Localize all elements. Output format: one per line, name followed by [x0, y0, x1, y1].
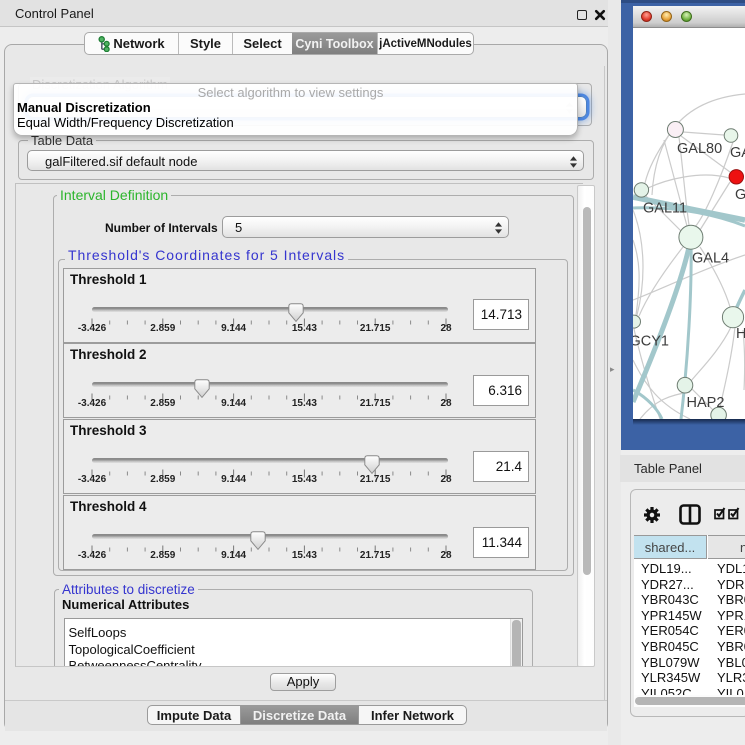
- svg-text:GCY1: GCY1: [633, 334, 669, 350]
- svg-text:GAL4: GAL4: [692, 251, 729, 267]
- svg-text:GAL3: GAL3: [730, 145, 745, 161]
- svg-text:HIS4: HIS4: [736, 326, 745, 342]
- svg-text:GAL1: GAL1: [735, 187, 745, 203]
- svg-text:GAL80: GAL80: [677, 141, 722, 157]
- svg-text:GAL11: GAL11: [643, 201, 687, 217]
- svg-text:HAP2: HAP2: [687, 395, 725, 411]
